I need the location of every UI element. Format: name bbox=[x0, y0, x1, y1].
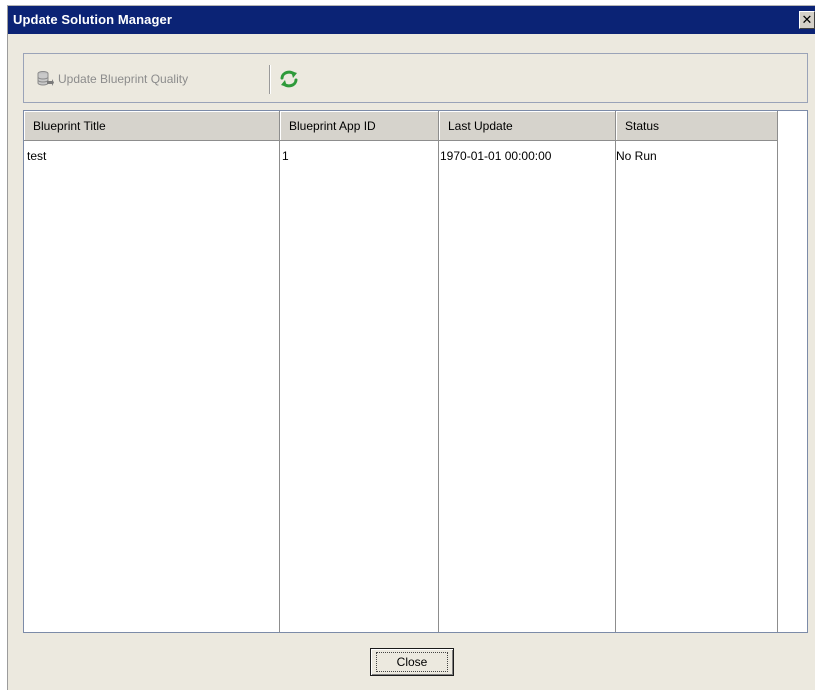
dialog-title: Update Solution Manager bbox=[13, 12, 173, 27]
title-bar[interactable]: Update Solution Manager ✕ bbox=[8, 6, 815, 34]
database-update-icon bbox=[37, 71, 54, 86]
update-solution-manager-dialog: Update Solution Manager ✕ Update Bluepri… bbox=[7, 5, 815, 690]
table-header: Blueprint Title Blueprint App ID Last Up… bbox=[24, 111, 778, 141]
cell-blueprint-app-id: 1 bbox=[282, 149, 289, 163]
update-blueprint-quality-button[interactable]: Update Blueprint Quality bbox=[36, 69, 188, 89]
table-body: test 1 1970-01-01 00:00:00 No Run bbox=[24, 141, 807, 632]
close-icon: ✕ bbox=[801, 12, 813, 28]
close-button[interactable]: Close bbox=[370, 648, 454, 676]
column-header-status[interactable]: Status bbox=[616, 111, 778, 141]
toolbar: Update Blueprint Quality bbox=[23, 53, 808, 103]
column-divider bbox=[615, 141, 616, 632]
close-button-label: Close bbox=[375, 652, 449, 672]
column-header-last-update[interactable]: Last Update bbox=[439, 111, 616, 141]
blueprint-table: Blueprint Title Blueprint App ID Last Up… bbox=[23, 110, 808, 633]
cell-blueprint-title: test bbox=[27, 149, 47, 163]
cell-last-update: 1970-01-01 00:00:00 bbox=[440, 149, 552, 163]
toolbar-separator bbox=[269, 65, 271, 94]
column-header-blueprint-title[interactable]: Blueprint Title bbox=[24, 111, 280, 141]
column-divider bbox=[438, 141, 439, 632]
update-blueprint-quality-label: Update Blueprint Quality bbox=[58, 72, 189, 86]
column-divider bbox=[777, 141, 778, 632]
window-close-button[interactable]: ✕ bbox=[799, 11, 815, 29]
column-divider bbox=[279, 141, 280, 632]
cell-status: No Run bbox=[616, 149, 657, 163]
refresh-icon bbox=[280, 70, 298, 88]
table-row[interactable]: test 1 1970-01-01 00:00:00 No Run bbox=[24, 141, 778, 163]
refresh-button[interactable] bbox=[278, 69, 300, 89]
column-header-blueprint-app-id[interactable]: Blueprint App ID bbox=[280, 111, 439, 141]
